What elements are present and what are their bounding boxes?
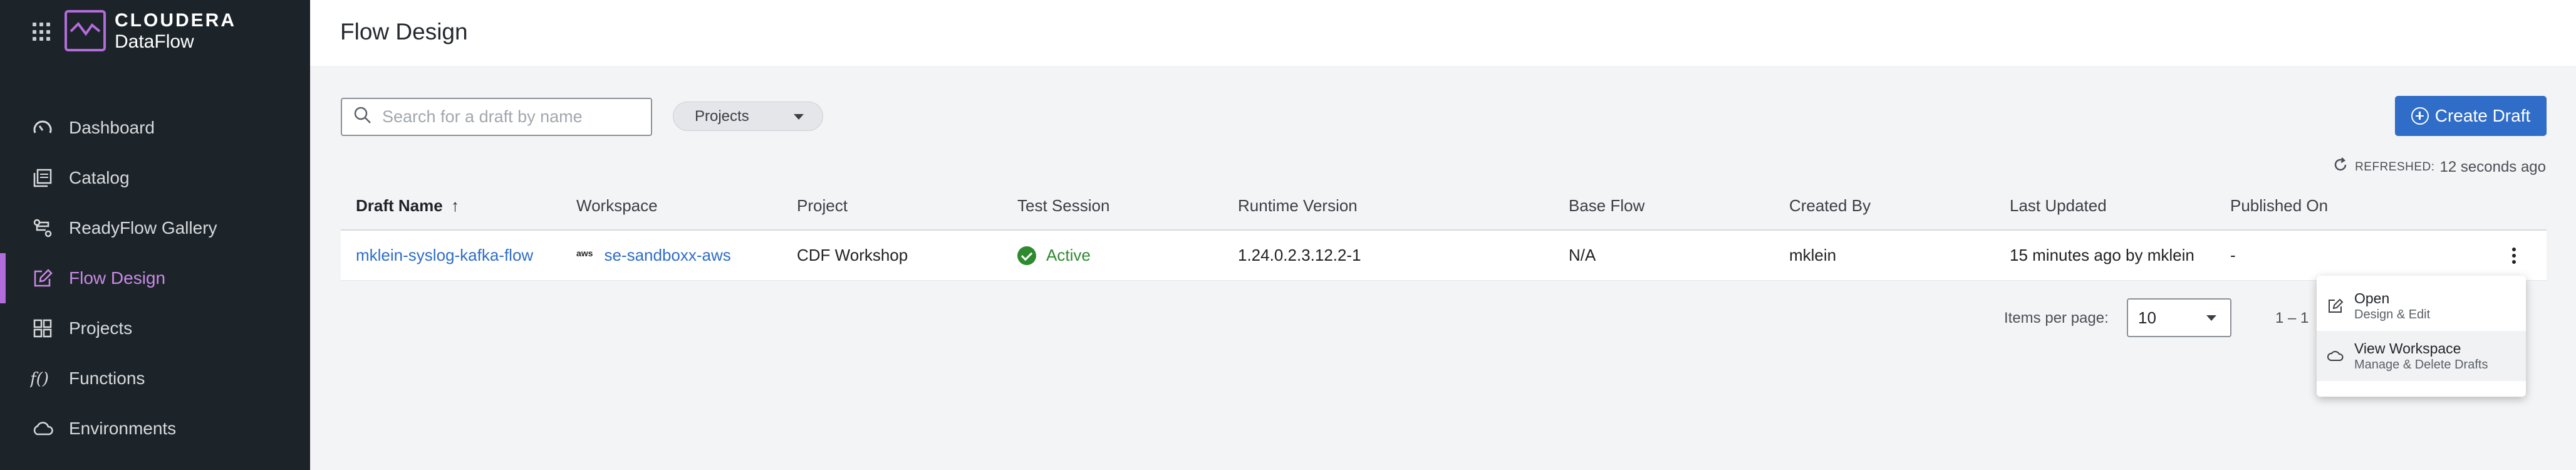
table-header: Draft Name ↑ Workspace Project Test Sess… (341, 182, 2547, 231)
runtime-version-cell: 1.24.0.2.3.12.2-1 (1238, 246, 1361, 264)
published-on-cell: - (2230, 246, 2236, 264)
pagination-range: 1 – 1 (2275, 310, 2309, 326)
check-circle-icon (1017, 246, 1036, 265)
search-icon (353, 106, 372, 128)
sidebar-nav: Dashboard Catalog ReadyFlow Gallery Flow… (0, 103, 310, 454)
projects-filter-label: Projects (695, 107, 749, 125)
project-cell: CDF Workshop (797, 246, 908, 264)
create-draft-label: Create Draft (2434, 106, 2531, 125)
menu-item-open[interactable]: Open Design & Edit (2317, 281, 2526, 331)
sidebar: CLOUDERA DataFlow Dashboard Catalog Read… (0, 0, 310, 470)
column-header-draft-name[interactable]: Draft Name ↑ (341, 196, 561, 216)
items-per-page-value: 10 (2138, 308, 2156, 327)
sidebar-item-label: Environments (69, 419, 177, 438)
column-header-runtime-version[interactable]: Runtime Version (1223, 196, 1554, 216)
row-actions-menu: Open Design & Edit View Workspace Manage… (2317, 276, 2526, 397)
product-name: DataFlow (115, 31, 194, 52)
chevron-down-icon (2206, 315, 2216, 321)
search-box[interactable] (341, 98, 652, 136)
svg-text:f(): f() (30, 370, 49, 389)
grid-squares-icon (30, 316, 55, 341)
menu-item-view-workspace[interactable]: View Workspace Manage & Delete Drafts (2317, 331, 2526, 381)
refresh-status: REFRESHED: 12 seconds ago (2332, 157, 2546, 177)
sort-ascending-icon: ↑ (450, 196, 459, 215)
items-per-page-select[interactable]: 10 (2127, 298, 2231, 337)
column-header-test-session[interactable]: Test Session (1002, 196, 1223, 216)
sidebar-item-label: Catalog (69, 168, 130, 187)
projects-filter-dropdown[interactable]: Projects (673, 102, 823, 131)
edit-icon (2327, 297, 2344, 315)
column-header-project[interactable]: Project (782, 196, 1002, 216)
chevron-down-icon (794, 114, 804, 120)
brand: CLOUDERA DataFlow (115, 10, 236, 53)
refreshed-value: 12 seconds ago (2439, 158, 2546, 175)
column-header-created-by[interactable]: Created By (1774, 196, 1995, 216)
flow-gallery-icon (30, 216, 55, 241)
last-updated-cell: 15 minutes ago by mklein (2010, 246, 2194, 264)
app-switcher-icon[interactable] (33, 23, 51, 41)
brand-name: CLOUDERA (115, 10, 236, 31)
column-header-base-flow[interactable]: Base Flow (1554, 196, 1774, 216)
items-per-page-label: Items per page: (2004, 310, 2109, 326)
sidebar-item-catalog[interactable]: Catalog (0, 153, 310, 203)
base-flow-cell: N/A (1569, 246, 1596, 264)
sidebar-item-functions[interactable]: f() Functions (0, 353, 310, 404)
sidebar-item-label: Functions (69, 368, 145, 388)
page-header: Flow Design (310, 0, 2576, 66)
sidebar-item-dashboard[interactable]: Dashboard (0, 103, 310, 153)
sidebar-item-flow-design[interactable]: Flow Design (0, 253, 310, 303)
create-draft-button[interactable]: Create Draft (2395, 96, 2547, 136)
more-actions-icon[interactable] (2511, 247, 2516, 264)
draft-name-link[interactable]: mklein-syslog-kafka-flow (356, 246, 533, 264)
page-title: Flow Design (340, 19, 468, 44)
gauge-icon (30, 115, 55, 140)
test-session-status: Active (1017, 246, 1223, 265)
column-header-published-on[interactable]: Published On (2215, 196, 2436, 216)
sidebar-item-environments[interactable]: Environments (0, 404, 310, 454)
function-icon: f() (30, 366, 55, 391)
add-circle-icon (2411, 107, 2429, 125)
sidebar-item-readyflow-gallery[interactable]: ReadyFlow Gallery (0, 203, 310, 253)
cloud-icon (30, 416, 55, 441)
aws-icon: aws (576, 248, 593, 258)
sidebar-item-label: Projects (69, 318, 133, 338)
column-header-workspace[interactable]: Workspace (561, 196, 782, 216)
menu-item-subtitle: Design & Edit (2354, 307, 2431, 321)
refresh-icon[interactable] (2332, 157, 2349, 177)
sidebar-item-label: ReadyFlow Gallery (69, 218, 217, 238)
search-input[interactable] (382, 107, 645, 127)
sidebar-item-label: Dashboard (69, 118, 155, 137)
sidebar-item-projects[interactable]: Projects (0, 303, 310, 353)
menu-item-title: Open (2354, 290, 2390, 306)
refreshed-label: REFRESHED: (2355, 160, 2435, 174)
created-by-cell: mklein (1789, 246, 1837, 264)
drafts-table: Draft Name ↑ Workspace Project Test Sess… (341, 182, 2547, 281)
table-row[interactable]: mklein-syslog-kafka-flow aws se-sandboxx… (341, 231, 2547, 281)
edit-icon (30, 266, 55, 291)
menu-item-title: View Workspace (2354, 340, 2461, 357)
sidebar-item-label: Flow Design (69, 268, 166, 288)
cloudera-logo-icon (65, 10, 106, 51)
workspace-link[interactable]: se-sandboxx-aws (604, 246, 730, 265)
menu-item-subtitle: Manage & Delete Drafts (2354, 357, 2488, 372)
cloud-icon (2327, 347, 2344, 365)
column-header-last-updated[interactable]: Last Updated (1995, 196, 2215, 216)
catalog-icon (30, 165, 55, 191)
